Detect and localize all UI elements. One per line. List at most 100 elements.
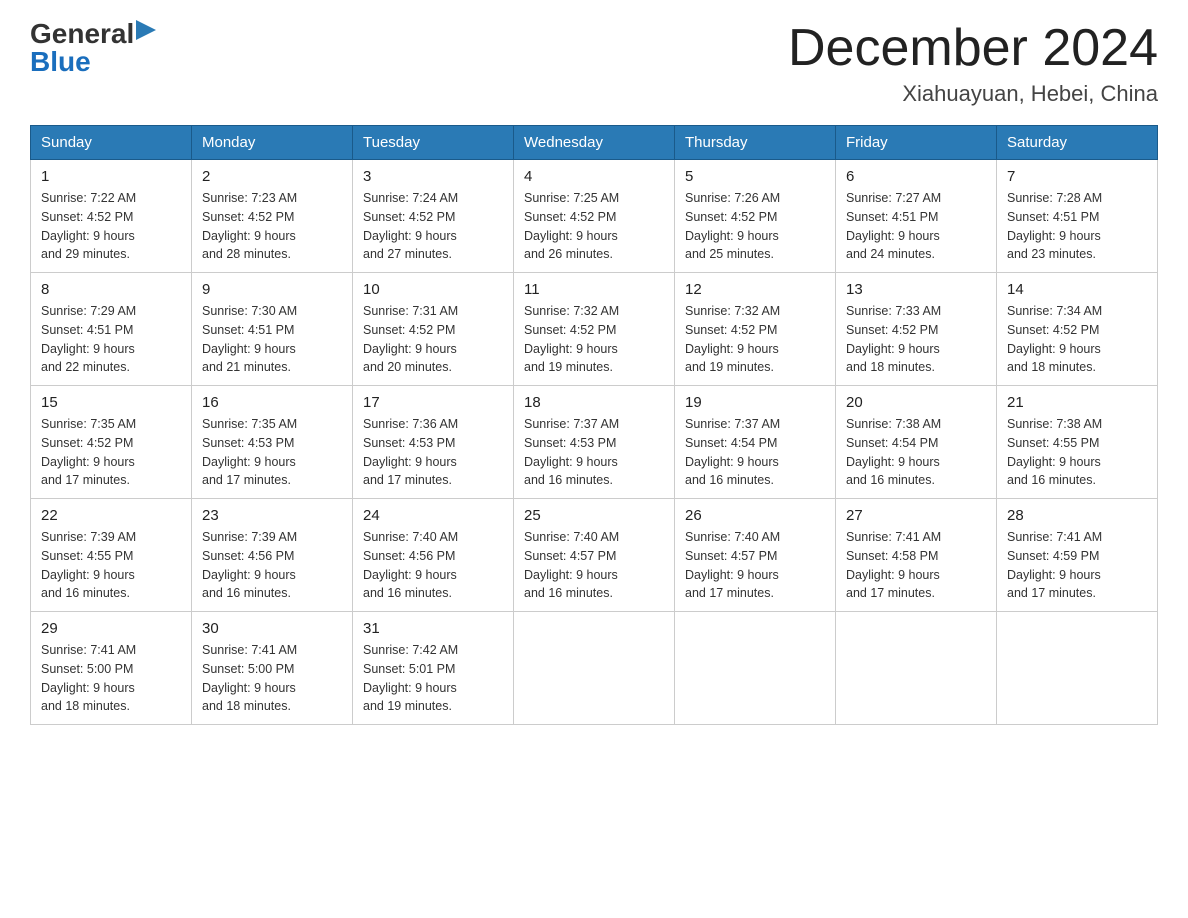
calendar-week-row: 8 Sunrise: 7:29 AM Sunset: 4:51 PM Dayli… xyxy=(31,273,1158,386)
day-number: 15 xyxy=(41,394,181,411)
day-number: 3 xyxy=(363,168,503,185)
day-info: Sunrise: 7:24 AM Sunset: 4:52 PM Dayligh… xyxy=(363,189,503,264)
day-number: 25 xyxy=(524,507,664,524)
day-info: Sunrise: 7:41 AM Sunset: 5:00 PM Dayligh… xyxy=(41,641,181,716)
col-saturday: Saturday xyxy=(997,126,1158,160)
day-number: 24 xyxy=(363,507,503,524)
table-row: 20 Sunrise: 7:38 AM Sunset: 4:54 PM Dayl… xyxy=(836,386,997,499)
table-row: 25 Sunrise: 7:40 AM Sunset: 4:57 PM Dayl… xyxy=(514,499,675,612)
day-info: Sunrise: 7:39 AM Sunset: 4:56 PM Dayligh… xyxy=(202,528,342,603)
day-number: 20 xyxy=(846,394,986,411)
day-info: Sunrise: 7:42 AM Sunset: 5:01 PM Dayligh… xyxy=(363,641,503,716)
day-number: 9 xyxy=(202,281,342,298)
col-thursday: Thursday xyxy=(675,126,836,160)
table-row: 13 Sunrise: 7:33 AM Sunset: 4:52 PM Dayl… xyxy=(836,273,997,386)
day-info: Sunrise: 7:34 AM Sunset: 4:52 PM Dayligh… xyxy=(1007,302,1147,377)
day-info: Sunrise: 7:41 AM Sunset: 5:00 PM Dayligh… xyxy=(202,641,342,716)
day-number: 5 xyxy=(685,168,825,185)
page-header: General Blue December 2024 Xiahuayuan, H… xyxy=(30,20,1158,107)
day-info: Sunrise: 7:30 AM Sunset: 4:51 PM Dayligh… xyxy=(202,302,342,377)
day-info: Sunrise: 7:35 AM Sunset: 4:52 PM Dayligh… xyxy=(41,415,181,490)
table-row: 21 Sunrise: 7:38 AM Sunset: 4:55 PM Dayl… xyxy=(997,386,1158,499)
table-row: 5 Sunrise: 7:26 AM Sunset: 4:52 PM Dayli… xyxy=(675,160,836,273)
table-row: 31 Sunrise: 7:42 AM Sunset: 5:01 PM Dayl… xyxy=(353,612,514,725)
table-row: 7 Sunrise: 7:28 AM Sunset: 4:51 PM Dayli… xyxy=(997,160,1158,273)
day-number: 1 xyxy=(41,168,181,185)
table-row: 3 Sunrise: 7:24 AM Sunset: 4:52 PM Dayli… xyxy=(353,160,514,273)
day-number: 11 xyxy=(524,281,664,298)
day-info: Sunrise: 7:29 AM Sunset: 4:51 PM Dayligh… xyxy=(41,302,181,377)
table-row: 22 Sunrise: 7:39 AM Sunset: 4:55 PM Dayl… xyxy=(31,499,192,612)
month-title: December 2024 xyxy=(788,20,1158,77)
day-info: Sunrise: 7:40 AM Sunset: 4:56 PM Dayligh… xyxy=(363,528,503,603)
day-info: Sunrise: 7:28 AM Sunset: 4:51 PM Dayligh… xyxy=(1007,189,1147,264)
day-number: 10 xyxy=(363,281,503,298)
day-info: Sunrise: 7:33 AM Sunset: 4:52 PM Dayligh… xyxy=(846,302,986,377)
table-row: 4 Sunrise: 7:25 AM Sunset: 4:52 PM Dayli… xyxy=(514,160,675,273)
table-row: 16 Sunrise: 7:35 AM Sunset: 4:53 PM Dayl… xyxy=(192,386,353,499)
logo-blue-text: Blue xyxy=(30,48,91,76)
day-info: Sunrise: 7:32 AM Sunset: 4:52 PM Dayligh… xyxy=(685,302,825,377)
day-info: Sunrise: 7:23 AM Sunset: 4:52 PM Dayligh… xyxy=(202,189,342,264)
col-sunday: Sunday xyxy=(31,126,192,160)
table-row: 6 Sunrise: 7:27 AM Sunset: 4:51 PM Dayli… xyxy=(836,160,997,273)
day-number: 27 xyxy=(846,507,986,524)
calendar-week-row: 22 Sunrise: 7:39 AM Sunset: 4:55 PM Dayl… xyxy=(31,499,1158,612)
day-number: 31 xyxy=(363,620,503,637)
col-friday: Friday xyxy=(836,126,997,160)
day-number: 14 xyxy=(1007,281,1147,298)
day-info: Sunrise: 7:22 AM Sunset: 4:52 PM Dayligh… xyxy=(41,189,181,264)
day-number: 18 xyxy=(524,394,664,411)
day-info: Sunrise: 7:40 AM Sunset: 4:57 PM Dayligh… xyxy=(685,528,825,603)
col-wednesday: Wednesday xyxy=(514,126,675,160)
calendar-week-row: 29 Sunrise: 7:41 AM Sunset: 5:00 PM Dayl… xyxy=(31,612,1158,725)
day-number: 6 xyxy=(846,168,986,185)
day-info: Sunrise: 7:32 AM Sunset: 4:52 PM Dayligh… xyxy=(524,302,664,377)
table-row xyxy=(675,612,836,725)
table-row: 1 Sunrise: 7:22 AM Sunset: 4:52 PM Dayli… xyxy=(31,160,192,273)
table-row: 23 Sunrise: 7:39 AM Sunset: 4:56 PM Dayl… xyxy=(192,499,353,612)
day-info: Sunrise: 7:31 AM Sunset: 4:52 PM Dayligh… xyxy=(363,302,503,377)
day-number: 12 xyxy=(685,281,825,298)
day-info: Sunrise: 7:37 AM Sunset: 4:53 PM Dayligh… xyxy=(524,415,664,490)
table-row: 2 Sunrise: 7:23 AM Sunset: 4:52 PM Dayli… xyxy=(192,160,353,273)
day-info: Sunrise: 7:25 AM Sunset: 4:52 PM Dayligh… xyxy=(524,189,664,264)
col-tuesday: Tuesday xyxy=(353,126,514,160)
day-number: 16 xyxy=(202,394,342,411)
day-info: Sunrise: 7:38 AM Sunset: 4:54 PM Dayligh… xyxy=(846,415,986,490)
day-info: Sunrise: 7:39 AM Sunset: 4:55 PM Dayligh… xyxy=(41,528,181,603)
table-row xyxy=(836,612,997,725)
day-info: Sunrise: 7:26 AM Sunset: 4:52 PM Dayligh… xyxy=(685,189,825,264)
day-number: 4 xyxy=(524,168,664,185)
calendar-header-row: Sunday Monday Tuesday Wednesday Thursday… xyxy=(31,126,1158,160)
day-info: Sunrise: 7:41 AM Sunset: 4:58 PM Dayligh… xyxy=(846,528,986,603)
table-row: 8 Sunrise: 7:29 AM Sunset: 4:51 PM Dayli… xyxy=(31,273,192,386)
logo-arrow-icon xyxy=(136,20,156,40)
day-number: 23 xyxy=(202,507,342,524)
day-number: 21 xyxy=(1007,394,1147,411)
table-row: 19 Sunrise: 7:37 AM Sunset: 4:54 PM Dayl… xyxy=(675,386,836,499)
day-number: 29 xyxy=(41,620,181,637)
location-text: Xiahuayuan, Hebei, China xyxy=(788,81,1158,107)
day-number: 13 xyxy=(846,281,986,298)
day-info: Sunrise: 7:35 AM Sunset: 4:53 PM Dayligh… xyxy=(202,415,342,490)
table-row: 18 Sunrise: 7:37 AM Sunset: 4:53 PM Dayl… xyxy=(514,386,675,499)
day-number: 8 xyxy=(41,281,181,298)
day-number: 26 xyxy=(685,507,825,524)
logo-general-text: General xyxy=(30,20,134,48)
calendar-week-row: 1 Sunrise: 7:22 AM Sunset: 4:52 PM Dayli… xyxy=(31,160,1158,273)
day-number: 19 xyxy=(685,394,825,411)
table-row: 10 Sunrise: 7:31 AM Sunset: 4:52 PM Dayl… xyxy=(353,273,514,386)
table-row: 27 Sunrise: 7:41 AM Sunset: 4:58 PM Dayl… xyxy=(836,499,997,612)
day-number: 17 xyxy=(363,394,503,411)
day-info: Sunrise: 7:41 AM Sunset: 4:59 PM Dayligh… xyxy=(1007,528,1147,603)
calendar-table: Sunday Monday Tuesday Wednesday Thursday… xyxy=(30,125,1158,725)
table-row: 24 Sunrise: 7:40 AM Sunset: 4:56 PM Dayl… xyxy=(353,499,514,612)
table-row: 14 Sunrise: 7:34 AM Sunset: 4:52 PM Dayl… xyxy=(997,273,1158,386)
table-row: 17 Sunrise: 7:36 AM Sunset: 4:53 PM Dayl… xyxy=(353,386,514,499)
day-number: 2 xyxy=(202,168,342,185)
logo: General Blue xyxy=(30,20,156,76)
table-row: 11 Sunrise: 7:32 AM Sunset: 4:52 PM Dayl… xyxy=(514,273,675,386)
table-row: 15 Sunrise: 7:35 AM Sunset: 4:52 PM Dayl… xyxy=(31,386,192,499)
table-row: 29 Sunrise: 7:41 AM Sunset: 5:00 PM Dayl… xyxy=(31,612,192,725)
